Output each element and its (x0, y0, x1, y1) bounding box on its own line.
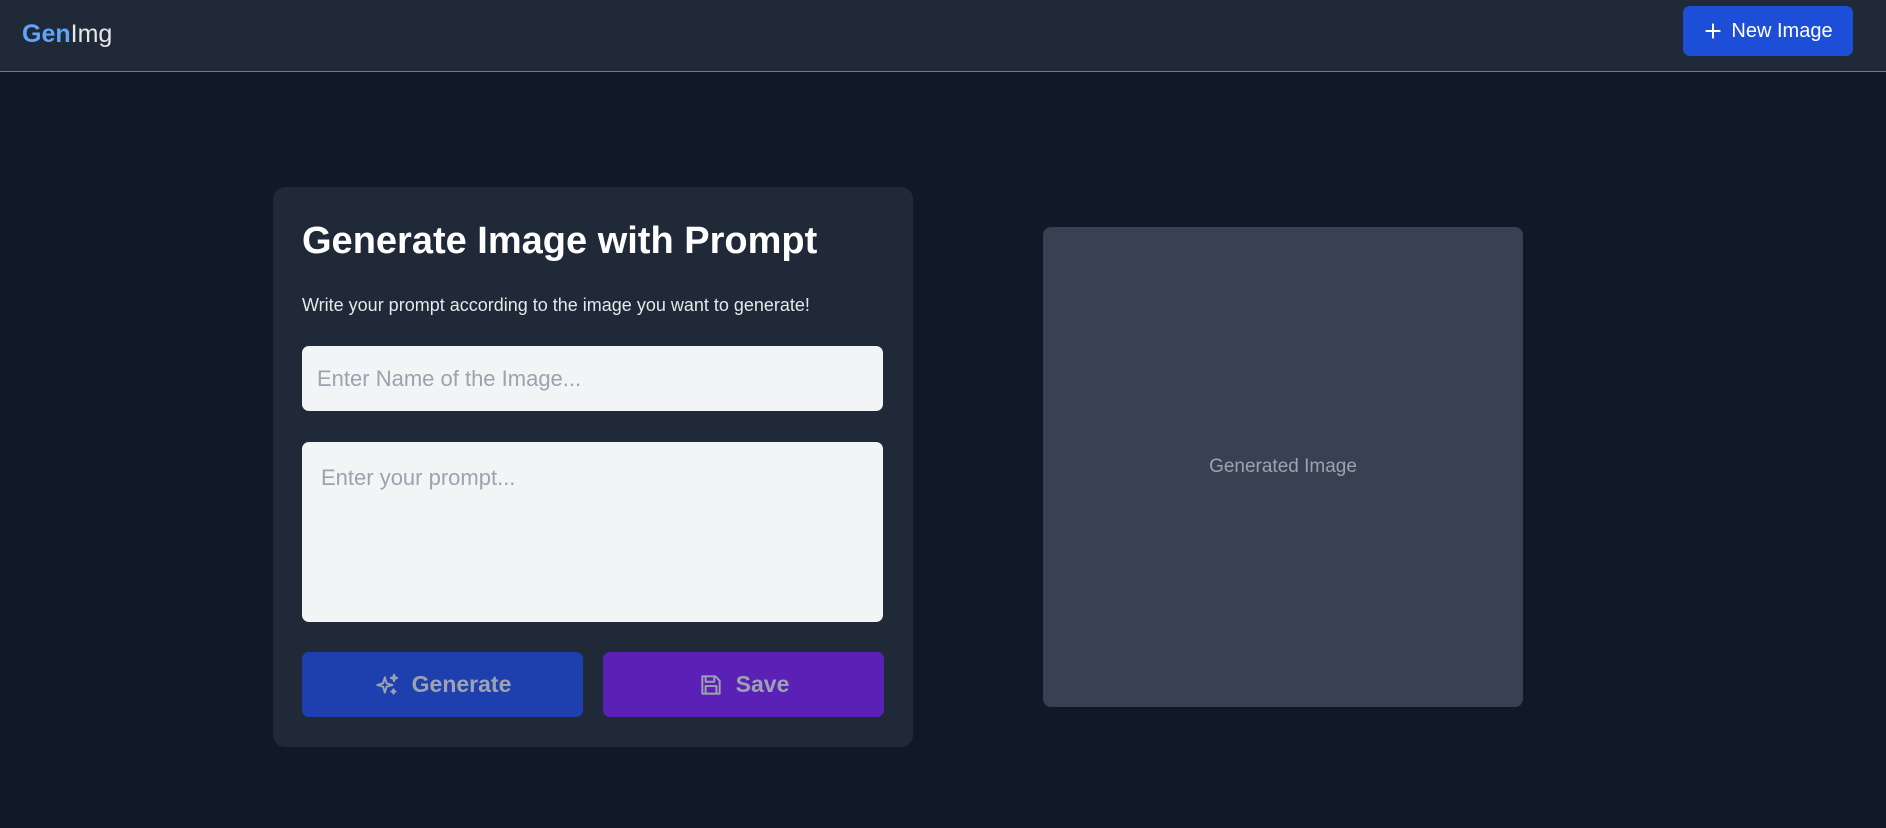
top-navbar: GenImg New Image (0, 0, 1886, 72)
floppy-disk-icon (700, 674, 721, 695)
form-title: Generate Image with Prompt (302, 220, 818, 262)
generate-button[interactable]: Generate (302, 652, 583, 717)
image-name-input[interactable] (302, 346, 883, 411)
app-logo[interactable]: GenImg (22, 18, 112, 50)
new-image-button[interactable]: New Image (1683, 6, 1853, 56)
preview-placeholder-text: Generated Image (1209, 456, 1357, 477)
generated-image-preview: Generated Image (1043, 227, 1523, 707)
sparkles-icon (375, 673, 398, 695)
logo-gen-text: Gen (22, 20, 71, 48)
logo-img-text: Img (70, 20, 113, 48)
save-button[interactable]: Save (603, 652, 884, 717)
save-label: Save (735, 671, 790, 697)
form-subtitle: Write your prompt according to the image… (302, 295, 810, 315)
plus-icon (1705, 23, 1722, 39)
new-image-label: New Image (1731, 19, 1833, 42)
generate-label: Generate (411, 671, 512, 697)
prompt-textarea[interactable] (302, 442, 883, 622)
generate-form-card: Generate Image with Prompt Write your pr… (273, 187, 913, 747)
